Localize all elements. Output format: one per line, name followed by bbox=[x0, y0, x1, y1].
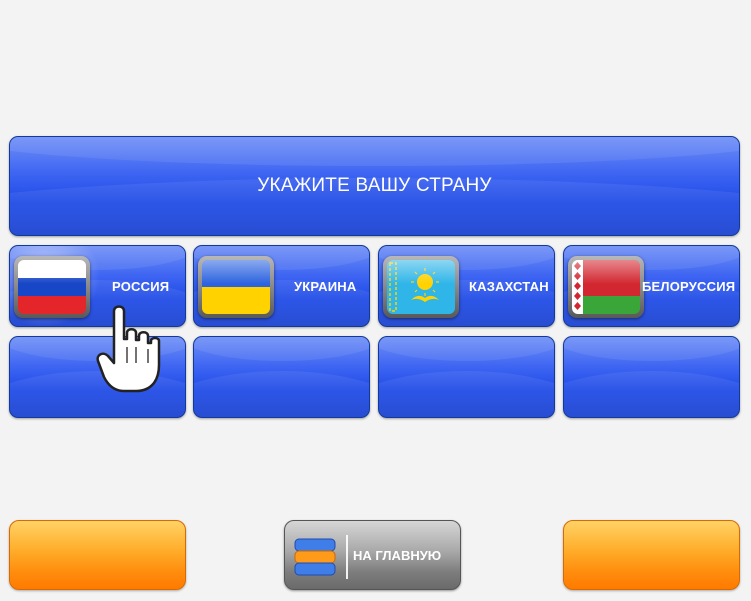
country-button-belarus[interactable]: БЕЛОРУССИЯ bbox=[563, 245, 740, 327]
ukraine-flag-icon bbox=[198, 256, 274, 318]
hand-cursor-icon bbox=[96, 305, 161, 393]
home-button[interactable]: НА ГЛАВНУЮ bbox=[284, 520, 461, 590]
home-divider bbox=[346, 535, 348, 579]
home-label: НА ГЛАВНУЮ bbox=[353, 548, 442, 563]
country-button-kazakhstan[interactable]: КАЗАХСТАН bbox=[378, 245, 555, 327]
stack-icon bbox=[294, 538, 336, 576]
left-nav-button[interactable] bbox=[9, 520, 186, 590]
kazakhstan-flag-icon bbox=[383, 256, 459, 318]
empty-tile bbox=[563, 336, 740, 418]
country-label-russia: РОССИЯ bbox=[112, 279, 170, 294]
right-nav-button[interactable] bbox=[563, 520, 740, 590]
empty-tile bbox=[193, 336, 370, 418]
belarus-flag-icon bbox=[568, 256, 644, 318]
title-banner: УКАЖИТЕ ВАШУ СТРАНУ bbox=[9, 136, 740, 236]
empty-tile bbox=[378, 336, 555, 418]
country-label-ukraine: УКРАИНА bbox=[294, 279, 357, 294]
country-label-kazakhstan: КАЗАХСТАН bbox=[469, 279, 549, 294]
russia-flag-icon bbox=[14, 256, 90, 318]
page-title: УКАЖИТЕ ВАШУ СТРАНУ bbox=[257, 175, 492, 196]
country-label-belarus: БЕЛОРУССИЯ bbox=[642, 279, 736, 294]
country-button-ukraine[interactable]: УКРАИНА bbox=[193, 245, 370, 327]
